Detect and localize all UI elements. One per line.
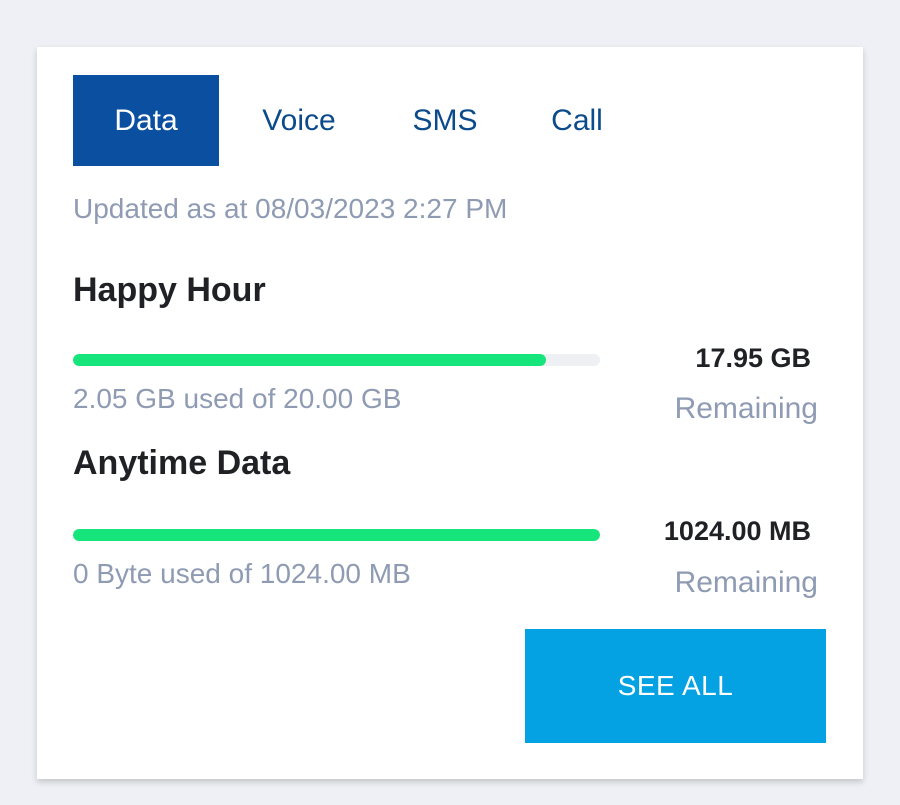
plan-title-happy-hour: Happy Hour <box>73 271 266 309</box>
see-all-button[interactable]: SEE ALL <box>525 629 826 743</box>
happy-hour-used-text: 2.05 GB used of 20.00 GB <box>73 383 402 414</box>
updated-timestamp: Updated as at 08/03/2023 2:27 PM <box>73 193 508 224</box>
anytime-data-used-text: 0 Byte used of 1024.00 MB <box>73 558 411 589</box>
anytime-data-progress-fill <box>73 529 600 541</box>
happy-hour-progress-fill <box>73 354 546 366</box>
tab-call[interactable]: Call <box>511 75 643 166</box>
anytime-data-remaining-value: 1024.00 MB <box>663 516 811 546</box>
happy-hour-progress-bar <box>73 354 600 366</box>
anytime-data-progress-bar <box>73 529 600 541</box>
tab-voice[interactable]: Voice <box>219 75 379 166</box>
usage-card: Data Voice SMS Call Updated as at 08/03/… <box>37 47 863 779</box>
tab-data[interactable]: Data <box>73 75 219 166</box>
plan-title-anytime-data: Anytime Data <box>73 444 291 482</box>
happy-hour-remaining-value: 17.95 GB <box>695 343 811 373</box>
anytime-data-remaining-label: Remaining <box>674 566 818 599</box>
tab-sms[interactable]: SMS <box>379 75 511 166</box>
happy-hour-remaining-label: Remaining <box>674 392 818 425</box>
